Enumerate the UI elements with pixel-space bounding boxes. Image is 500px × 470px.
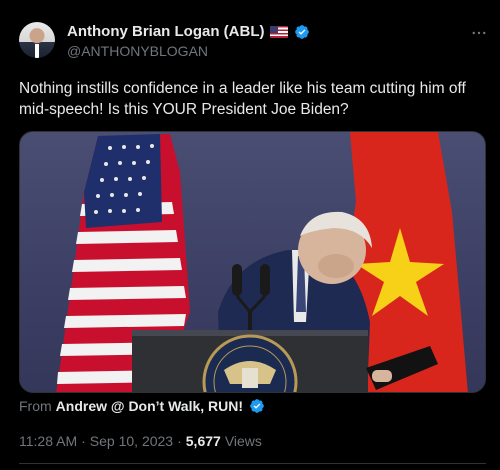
meta-separator: · — [81, 433, 86, 449]
divider — [19, 463, 486, 464]
views-label: Views — [224, 433, 262, 449]
divider — [19, 421, 486, 422]
views-count: 5,677 — [185, 433, 221, 449]
tweet-media[interactable] — [19, 131, 486, 393]
tweet-meta-row: 11:28 AM · Sep 10, 2023 · 5,677 Views — [19, 433, 262, 449]
tweet-text: Nothing instills confidence in a leader … — [19, 80, 466, 118]
from-label: From — [19, 398, 52, 414]
meta-separator: · — [177, 433, 182, 449]
author-name-row: Anthony Brian Logan (ABL) — [67, 23, 310, 40]
source-verified-badge-icon — [250, 399, 264, 413]
tweet-time[interactable]: 11:28 AM — [19, 433, 77, 449]
author-handle[interactable]: @ANTHONYBLOGAN — [67, 43, 208, 59]
source-account-link[interactable]: Andrew @ Don’t Walk, RUN! — [56, 398, 243, 414]
tweet-date[interactable]: Sep 10, 2023 — [90, 433, 173, 449]
tweet-card: Anthony Brian Logan (ABL) @ANTHONYBLOGAN… — [0, 0, 500, 470]
media-source-row: From Andrew @ Don’t Walk, RUN! — [19, 398, 265, 414]
podium-illustration — [132, 330, 368, 392]
author-display-name[interactable]: Anthony Brian Logan (ABL) — [67, 23, 264, 40]
author-avatar[interactable] — [19, 22, 55, 58]
us-flag-icon — [270, 25, 289, 38]
verified-badge-icon — [295, 24, 310, 39]
media-illustration — [56, 132, 468, 392]
more-options-icon[interactable] — [470, 24, 488, 42]
